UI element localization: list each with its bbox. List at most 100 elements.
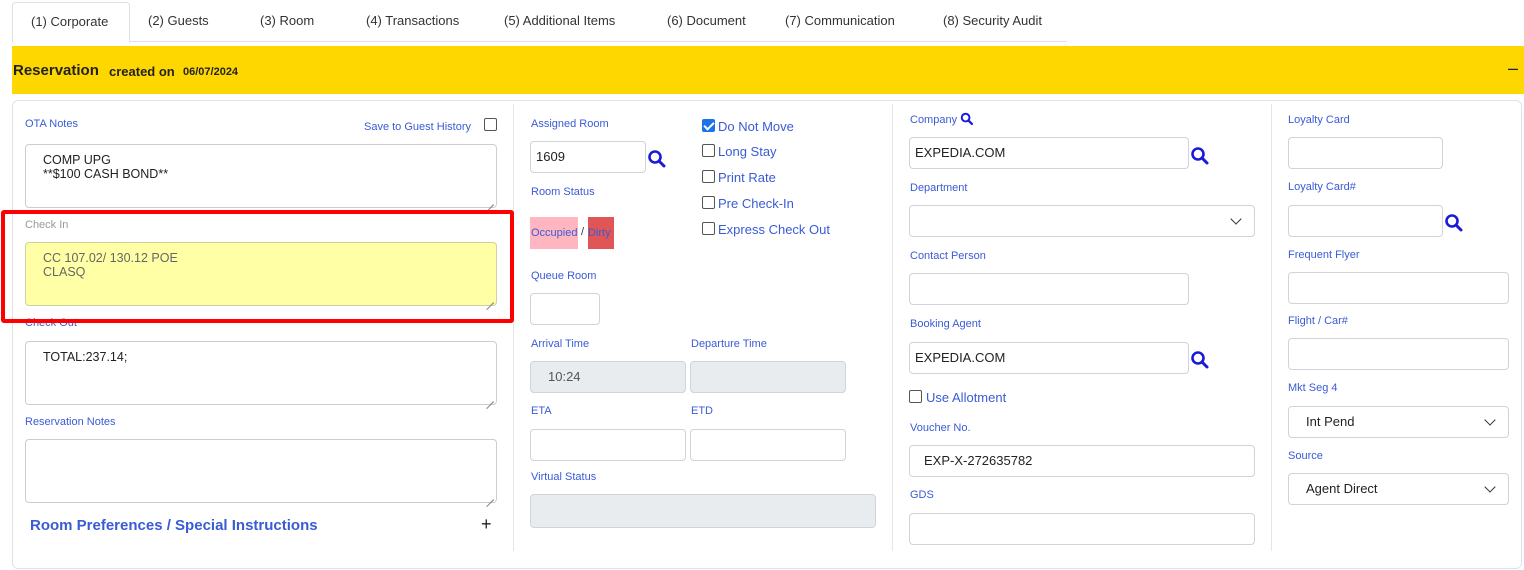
chevron-down-icon: [1484, 481, 1496, 493]
tab-room[interactable]: (3) Room: [242, 2, 348, 42]
ota-notes-label: OTA Notes: [25, 118, 78, 130]
mkt-seg-value: Int Pend: [1306, 414, 1355, 429]
column-divider: [1271, 104, 1272, 551]
column-divider: [892, 104, 893, 551]
queue-room-label: Queue Room: [531, 270, 597, 282]
created-on-label: created on: [109, 64, 175, 79]
virtual-status-label: Virtual Status: [531, 471, 597, 483]
loyalty-card-label: Loyalty Card: [1288, 114, 1350, 126]
chevron-down-icon: [1230, 213, 1242, 225]
long-stay-checkbox[interactable]: [702, 144, 715, 157]
contact-person-label: Contact Person: [910, 250, 986, 262]
voucher-no-label: Voucher No.: [910, 422, 971, 434]
save-to-guest-history-checkbox[interactable]: [484, 118, 497, 131]
express-check-out-checkbox[interactable]: [702, 222, 715, 235]
search-icon[interactable]: [1190, 146, 1210, 166]
company-label: Company: [910, 114, 958, 126]
ota-notes-line: COMP UPG: [43, 153, 111, 167]
search-icon[interactable]: [960, 112, 974, 126]
resize-handle-icon[interactable]: [486, 394, 494, 402]
pre-check-in-label[interactable]: Pre Check-In: [718, 196, 794, 211]
check-out-line: TOTAL:237.14;: [43, 350, 128, 364]
search-icon[interactable]: [1190, 350, 1210, 370]
tab-document[interactable]: (6) Document: [649, 2, 767, 42]
status-separator: /: [581, 226, 585, 238]
loyalty-card-input[interactable]: [1288, 137, 1443, 169]
reservation-notes-textarea[interactable]: [25, 439, 497, 503]
reservation-notes-label: Reservation Notes: [25, 416, 116, 428]
room-preferences-header[interactable]: Room Preferences / Special Instructions: [30, 517, 318, 534]
queue-room-input[interactable]: [530, 293, 600, 325]
tab-security-audit[interactable]: (8) Security Audit: [925, 2, 1067, 42]
tab-additional-items[interactable]: (5) Additional Items: [486, 2, 649, 42]
chevron-down-icon: [1484, 414, 1496, 426]
eta-input[interactable]: [530, 429, 686, 461]
long-stay-label[interactable]: Long Stay: [718, 144, 777, 159]
use-allotment-checkbox[interactable]: [909, 390, 922, 403]
assigned-room-label: Assigned Room: [531, 118, 609, 130]
department-select[interactable]: [909, 205, 1255, 237]
company-input[interactable]: EXPEDIA.COM: [909, 137, 1189, 169]
use-allotment-label[interactable]: Use Allotment: [926, 390, 1006, 405]
departure-time-input: [690, 361, 846, 393]
departure-time-label: Departure Time: [691, 338, 767, 350]
status-dirty-badge: Dirty: [588, 217, 614, 249]
ota-notes-textarea[interactable]: COMP UPG **$100 CASH BOND**: [25, 144, 497, 208]
search-icon[interactable]: [647, 149, 667, 169]
frequent-flyer-label: Frequent Flyer: [1288, 249, 1360, 261]
plus-icon[interactable]: +: [481, 514, 492, 535]
search-icon[interactable]: [1444, 213, 1464, 233]
check-out-label: Check Out: [25, 317, 77, 329]
source-label: Source: [1288, 450, 1323, 462]
arrival-time-input: 10:24: [530, 361, 686, 393]
contact-person-input[interactable]: [909, 273, 1189, 305]
print-rate-label[interactable]: Print Rate: [718, 170, 776, 185]
tab-transactions[interactable]: (4) Transactions: [348, 2, 486, 42]
mkt-seg-label: Mkt Seg 4: [1288, 382, 1338, 394]
check-in-line: CLASQ: [43, 265, 86, 279]
gds-input[interactable]: [909, 513, 1255, 545]
check-out-textarea[interactable]: TOTAL:237.14;: [25, 341, 497, 405]
virtual-status-input: [530, 494, 876, 528]
check-in-line: CC 107.02/ 130.12 POE: [43, 251, 178, 265]
do-not-move-checkbox[interactable]: [702, 119, 715, 132]
status-occupied-badge: Occupied: [530, 217, 578, 249]
express-check-out-label[interactable]: Express Check Out: [718, 222, 830, 237]
gds-label: GDS: [910, 489, 934, 501]
source-value: Agent Direct: [1306, 481, 1378, 496]
print-rate-checkbox[interactable]: [702, 170, 715, 183]
check-in-textarea[interactable]: CC 107.02/ 130.12 POE CLASQ: [25, 242, 497, 306]
resize-handle-icon[interactable]: [486, 492, 494, 500]
etd-label: ETD: [691, 405, 713, 417]
ota-notes-line: **$100 CASH BOND**: [43, 167, 169, 181]
booking-agent-input[interactable]: EXPEDIA.COM: [909, 342, 1189, 374]
resize-handle-icon[interactable]: [486, 197, 494, 205]
save-to-guest-history-label: Save to Guest History: [364, 121, 471, 133]
reservation-header: Reservation created on 06/07/2024 –: [12, 46, 1524, 94]
mkt-seg-select[interactable]: Int Pend: [1288, 406, 1509, 438]
minus-icon[interactable]: –: [1508, 58, 1518, 79]
booking-agent-label: Booking Agent: [910, 318, 981, 330]
tab-corporate[interactable]: (1) Corporate: [12, 2, 130, 43]
frequent-flyer-input[interactable]: [1288, 272, 1509, 304]
arrival-time-label: Arrival Time: [531, 338, 590, 350]
reservation-title: Reservation: [13, 62, 99, 79]
loyalty-card-number-input[interactable]: [1288, 205, 1443, 237]
etd-input[interactable]: [690, 429, 846, 461]
flight-car-label: Flight / Car#: [1288, 315, 1348, 327]
created-date: 06/07/2024: [183, 66, 239, 78]
eta-label: ETA: [531, 405, 552, 417]
tab-guests[interactable]: (2) Guests: [130, 2, 242, 42]
loyalty-card-number-label: Loyalty Card#: [1288, 181, 1356, 193]
column-divider: [513, 104, 514, 551]
tab-bar: (1) Corporate (2) Guests (3) Room (4) Tr…: [12, 2, 1067, 43]
flight-car-input[interactable]: [1288, 338, 1509, 370]
voucher-no-input[interactable]: EXP-X-272635782: [909, 445, 1255, 477]
source-select[interactable]: Agent Direct: [1288, 473, 1509, 505]
do-not-move-label[interactable]: Do Not Move: [718, 119, 794, 134]
room-status-label: Room Status: [531, 186, 595, 198]
pre-check-in-checkbox[interactable]: [702, 196, 715, 209]
assigned-room-input[interactable]: 1609: [530, 141, 646, 173]
tab-communication[interactable]: (7) Communication: [767, 2, 925, 42]
resize-handle-icon[interactable]: [486, 295, 494, 303]
